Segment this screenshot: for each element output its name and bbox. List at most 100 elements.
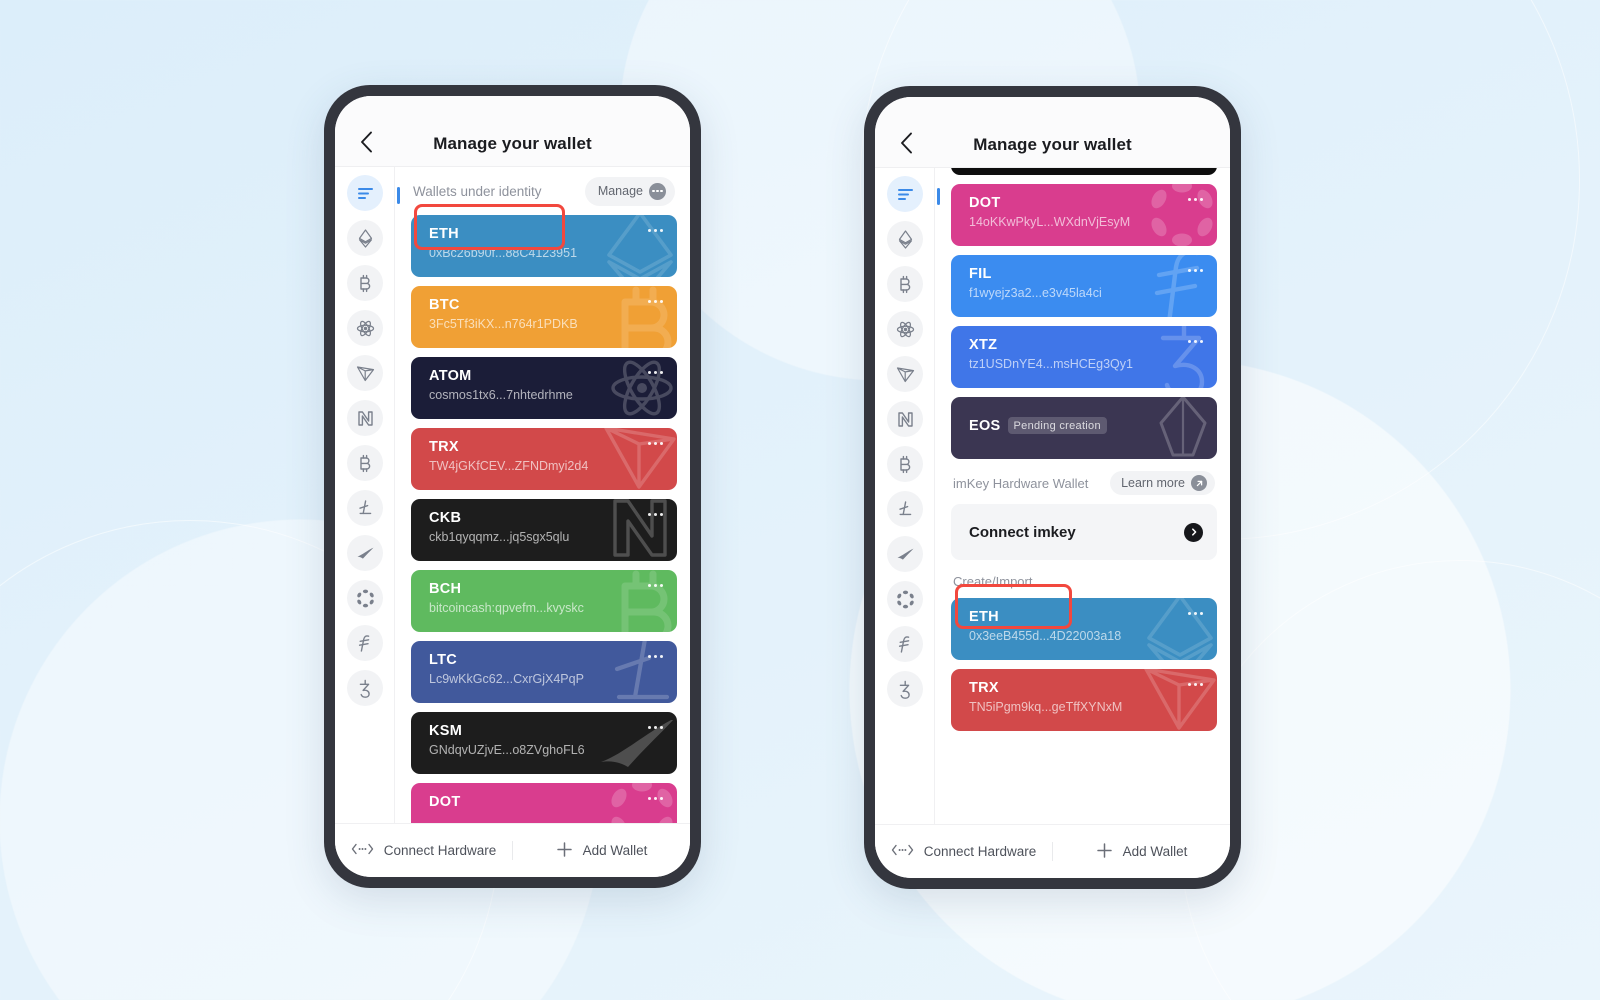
card-more-button[interactable] (648, 300, 663, 304)
rail-item-dot[interactable] (887, 581, 923, 617)
wallet-list-header: Wallets under identity Manage (411, 167, 677, 215)
rail-item-bch[interactable] (887, 446, 923, 482)
wallet-card-btc[interactable]: BTC 3Fc5Tf3iKX...n764r1PDKB (411, 286, 677, 348)
rail-item-dot[interactable] (347, 580, 383, 616)
card-more-button[interactable] (648, 584, 663, 588)
manage-button[interactable]: Manage (584, 176, 675, 206)
rail-item-atom[interactable] (347, 310, 383, 346)
wallet-card-fil[interactable]: FIL f1wyejz3a2...e3v45la4ci (951, 255, 1217, 317)
wallet-symbol: ETH (429, 226, 459, 242)
wallet-card-eth[interactable]: ETH 0xBc26b90f...88C4123951 (411, 215, 677, 277)
rail-item-fil[interactable] (347, 625, 383, 661)
card-more-button[interactable] (648, 726, 663, 730)
cosmos-atom-icon (356, 319, 375, 338)
wallet-address: 0x3eeB455d...4D22003a18 (969, 629, 1122, 643)
rail-item-ksm[interactable] (887, 536, 923, 572)
nervos-ckb-icon (357, 410, 374, 427)
rail-item-all-wallets[interactable] (347, 175, 383, 211)
kusama-icon (896, 547, 915, 561)
bitcoin-icon (357, 274, 373, 293)
connect-hardware-button[interactable]: Connect Hardware (335, 843, 512, 858)
card-more-button[interactable] (1188, 269, 1203, 273)
wallet-symbol: DOT (429, 794, 461, 810)
card-more-button[interactable] (1188, 198, 1203, 202)
card-more-button[interactable] (648, 442, 663, 446)
rail-item-xtz[interactable] (347, 670, 383, 706)
card-more-button[interactable] (1188, 340, 1203, 344)
card-more-button[interactable] (648, 229, 663, 233)
wallet-symbol: ATOM (429, 368, 472, 384)
wallet-card-ksm[interactable]: KSM GNdqvUZjvE...o8ZVghoFL6 (411, 712, 677, 774)
rail-item-ksm[interactable] (347, 535, 383, 571)
filecoin-icon (358, 634, 372, 653)
add-wallet-button[interactable]: Add Wallet (1053, 842, 1230, 862)
filecoin-icon (898, 635, 912, 654)
wallet-card-trx[interactable]: TRX TN5iPgm9kq...geTffXYNxM (951, 669, 1217, 731)
card-more-button[interactable] (1188, 683, 1203, 687)
wallet-list-right[interactable]: DOT 14oKKwPkyL...WXdnVjEsyM FIL f1wyejz3… (935, 168, 1230, 824)
back-button[interactable] (889, 126, 923, 160)
wallet-card-dot[interactable]: DOT 14oKKwPkyL...WXdnVjEsyM (951, 184, 1217, 246)
rail-item-ckb[interactable] (347, 400, 383, 436)
rail-item-bch[interactable] (347, 445, 383, 481)
ethereum-icon (358, 228, 373, 248)
rail-item-trx[interactable] (887, 356, 923, 392)
rail-item-eth[interactable] (347, 220, 383, 256)
wallet-address: 3Fc5Tf3iKX...n764r1PDKB (429, 317, 578, 331)
connect-hardware-button[interactable]: Connect Hardware (875, 844, 1052, 859)
wallet-card-atom[interactable]: ATOM cosmos1tx6...7nhtedrhme (411, 357, 677, 419)
card-more-button[interactable] (648, 797, 663, 801)
wallets-under-identity-label: Wallets under identity (413, 183, 542, 199)
wallet-symbol: CKB (429, 510, 462, 526)
back-button[interactable] (349, 125, 383, 159)
connect-imkey-button[interactable]: Connect imkey (951, 504, 1217, 560)
status-badge: Pending creation (1007, 417, 1107, 434)
rail-divider (394, 167, 395, 823)
nervos-ckb-icon (897, 411, 914, 428)
card-more-button[interactable] (648, 371, 663, 375)
rail-item-btc[interactable] (347, 265, 383, 301)
wallet-card-trx[interactable]: TRX TW4jGKfCEV...ZFNDmyi2d4 (411, 428, 677, 490)
rail-item-all-wallets[interactable] (887, 176, 923, 212)
wallet-address: 0xBc26b90f...88C4123951 (429, 246, 578, 260)
page-title: Manage your wallet (433, 134, 592, 153)
wallet-address: cosmos1tx6...7nhtedrhme (429, 388, 573, 402)
bitcoin-cash-icon (897, 455, 913, 474)
wallet-symbol: TRX (429, 439, 459, 455)
wallet-card-xtz[interactable]: XTZ tz1USDnYE4...msHCEg3Qy1 (951, 326, 1217, 388)
rail-item-eth[interactable] (887, 221, 923, 257)
wallet-card-bch[interactable]: BCH bitcoincash:qpvefm...kvyskc (411, 570, 677, 632)
wallet-symbol-row: EOS Pending creation (969, 417, 1203, 434)
connect-imkey-label: Connect imkey (969, 523, 1076, 541)
wallet-card-ltc[interactable]: LTC Lc9wKkGc62...CxrGjX4PqP (411, 641, 677, 703)
wallet-address: f1wyejz3a2...e3v45la4ci (969, 286, 1102, 300)
rail-item-xtz[interactable] (887, 671, 923, 707)
card-more-button[interactable] (1188, 612, 1203, 616)
wallet-card-dot[interactable]: DOT (411, 783, 677, 823)
rail-item-ltc[interactable] (887, 491, 923, 527)
rail-item-atom[interactable] (887, 311, 923, 347)
tron-icon (896, 366, 915, 383)
card-more-button[interactable] (648, 655, 663, 659)
wallet-address: 14oKKwPkyL...WXdnVjEsyM (969, 215, 1131, 229)
wallet-card-eth[interactable]: ETH 0x3eeB455d...4D22003a18 (951, 598, 1217, 660)
wallet-card-eos[interactable]: EOS Pending creation (951, 397, 1217, 459)
bottombar-left: Connect Hardware Add Wallet (335, 823, 690, 877)
rail-item-ltc[interactable] (347, 490, 383, 526)
chain-rail-left (335, 167, 395, 823)
wallet-symbol: BTC (429, 297, 460, 313)
learn-more-button[interactable]: Learn more (1110, 471, 1215, 495)
wallet-list-left[interactable]: Wallets under identity Manage ETH 0xBc26… (395, 167, 690, 823)
rail-item-ckb[interactable] (887, 401, 923, 437)
rail-divider (934, 168, 935, 824)
chevron-right-circle-icon (1184, 522, 1203, 542)
card-more-button[interactable] (648, 513, 663, 517)
tezos-icon (898, 680, 912, 699)
bitcoin-cash-icon (357, 454, 373, 473)
add-wallet-button[interactable]: Add Wallet (513, 841, 690, 861)
wallet-card-ckb[interactable]: CKB ckb1qyqqmz...jq5sgx5qlu (411, 499, 677, 561)
phone-left-screen: Manage your wallet Wallets under identit… (335, 96, 690, 877)
rail-item-fil[interactable] (887, 626, 923, 662)
rail-item-btc[interactable] (887, 266, 923, 302)
rail-item-trx[interactable] (347, 355, 383, 391)
